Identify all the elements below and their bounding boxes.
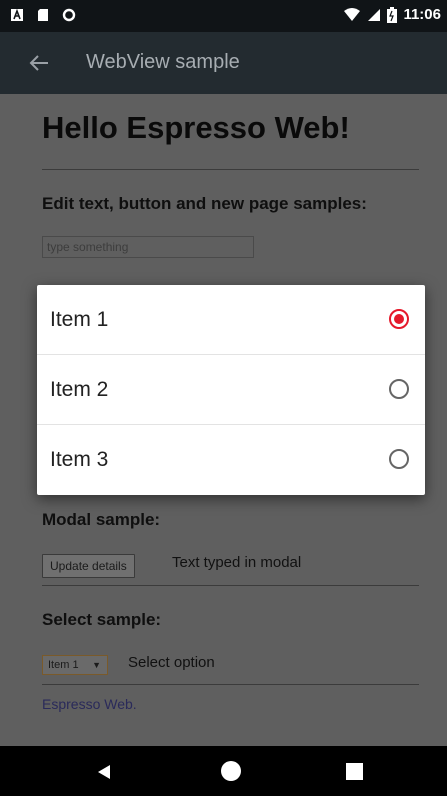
status-time: 11:06 bbox=[403, 6, 441, 23]
modal-text: Text typed in modal bbox=[172, 554, 302, 571]
nav-back-icon[interactable] bbox=[96, 764, 112, 780]
espresso-web-link[interactable]: Espresso Web. bbox=[42, 696, 137, 712]
option-label: Item 1 bbox=[50, 308, 109, 331]
radio-unchecked-icon[interactable] bbox=[389, 449, 409, 469]
text-input[interactable]: type something bbox=[42, 236, 254, 258]
radio-checked-icon[interactable] bbox=[389, 309, 409, 329]
option-label: Item 3 bbox=[50, 448, 109, 471]
nav-home-icon[interactable] bbox=[221, 761, 241, 781]
app-bar: WebView sample bbox=[0, 32, 447, 94]
divider bbox=[42, 684, 419, 685]
select-label: Select option bbox=[128, 654, 215, 671]
chevron-down-icon: ▼ bbox=[92, 660, 101, 670]
app-title: WebView sample bbox=[86, 51, 240, 73]
circle-icon bbox=[62, 8, 76, 22]
select-value: Item 1 bbox=[48, 659, 79, 671]
select-dialog: Item 1 Item 2 Item 3 bbox=[37, 285, 425, 495]
option-label: Item 2 bbox=[50, 378, 109, 401]
modal-section-title: Modal sample: bbox=[42, 510, 161, 529]
divider bbox=[42, 585, 419, 586]
update-details-button[interactable]: Update details bbox=[42, 554, 135, 578]
sd-card-icon bbox=[38, 9, 48, 21]
status-bar: 11:06 bbox=[0, 0, 447, 32]
radio-unchecked-icon[interactable] bbox=[389, 379, 409, 399]
page-heading: Hello Espresso Web! bbox=[42, 110, 350, 145]
arrow-left-icon[interactable] bbox=[28, 52, 50, 74]
dialog-option-item-1[interactable]: Item 1 bbox=[37, 285, 425, 355]
dialog-option-item-2[interactable]: Item 2 bbox=[37, 355, 425, 425]
wifi-icon bbox=[344, 7, 361, 21]
battery-icon bbox=[387, 6, 398, 23]
divider bbox=[42, 169, 419, 170]
edit-section-title: Edit text, button and new page samples: bbox=[42, 194, 367, 213]
select-section-title: Select sample: bbox=[42, 610, 162, 629]
nav-recent-apps-icon[interactable] bbox=[346, 763, 363, 780]
navigation-bar bbox=[0, 746, 447, 796]
signal-icon bbox=[368, 8, 381, 21]
dialog-option-item-3[interactable]: Item 3 bbox=[37, 425, 425, 495]
a-icon bbox=[11, 8, 23, 21]
item-select[interactable]: Item 1 ▼ bbox=[42, 655, 108, 675]
